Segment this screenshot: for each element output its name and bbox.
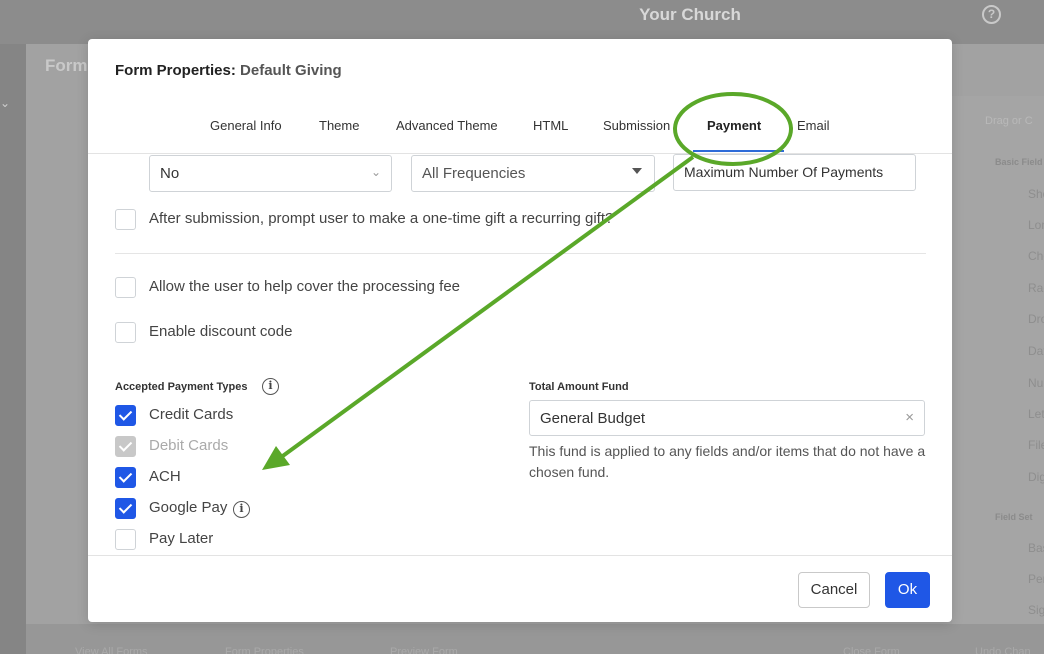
fund-heading: Total Amount Fund — [529, 381, 629, 393]
modal-title: Form Properties: Default Giving — [115, 62, 342, 79]
modal-title-form-name: Default Giving — [240, 62, 342, 79]
active-tab-indicator — [693, 150, 784, 152]
cancel-button[interactable]: Cancel — [798, 572, 870, 608]
payment-types-heading: Accepted Payment Types — [115, 381, 248, 393]
tab-general-info[interactable]: General Info — [210, 118, 282, 133]
pay-later-label: Pay Later — [149, 530, 214, 547]
basic-fields-label: Basic Field — [995, 157, 1043, 167]
tab-email[interactable]: Email — [797, 118, 830, 133]
help-icon: ? — [982, 5, 1001, 24]
field-sets-label: Field Set — [995, 512, 1033, 522]
debit-cards-label: Debit Cards — [149, 437, 229, 454]
palette-item: Bas — [1028, 541, 1044, 555]
palette-item: Rad — [1028, 281, 1044, 295]
recurring-select[interactable]: No ⌄ — [149, 155, 392, 192]
pay-later-checkbox[interactable] — [115, 529, 136, 550]
field-palette-hint: Drag or C — [985, 115, 1033, 127]
palette-item: Lon — [1028, 218, 1044, 232]
modal-title-prefix: Form Properties: — [115, 62, 236, 79]
chevron-down-icon: ⌄ — [370, 165, 381, 179]
fund-select-value: General Budget — [540, 410, 646, 427]
google-pay-checkbox[interactable] — [115, 498, 136, 519]
recurring-prompt-label: After submission, prompt user to make a … — [149, 210, 614, 227]
palette-item: File — [1028, 438, 1044, 452]
frequency-select-value: All Frequencies — [422, 165, 526, 182]
palette-item: Che — [1028, 249, 1044, 263]
palette-item: Sig — [1028, 603, 1044, 617]
footer-preview-form: Preview Form — [390, 646, 458, 654]
clear-icon[interactable]: × — [905, 409, 914, 426]
app-left-sidebar — [0, 44, 26, 654]
cover-fee-checkbox[interactable] — [115, 277, 136, 298]
background-heading: Form — [45, 56, 88, 75]
palette-item: Dat — [1028, 344, 1044, 358]
palette-item: Dro — [1028, 312, 1044, 326]
frequency-select[interactable]: All Frequencies — [411, 155, 655, 192]
ach-checkbox[interactable] — [115, 467, 136, 488]
footer-view-all-forms: View All Forms — [75, 646, 148, 654]
ok-button[interactable]: Ok — [885, 572, 930, 608]
info-icon[interactable]: i — [262, 378, 279, 395]
max-payments-input[interactable]: Maximum Number Of Payments — [673, 154, 916, 191]
palette-item: Per — [1028, 572, 1044, 586]
tab-advanced-theme[interactable]: Advanced Theme — [396, 118, 498, 133]
discount-code-checkbox[interactable] — [115, 322, 136, 343]
cover-fee-label: Allow the user to help cover the process… — [149, 278, 461, 295]
palette-item: Dig — [1028, 470, 1044, 484]
palette-item: Sho — [1028, 187, 1044, 201]
footer-form-properties: Form Properties — [225, 646, 304, 654]
palette-item: Let — [1028, 407, 1044, 421]
tab-theme[interactable]: Theme — [319, 118, 359, 133]
section-divider — [115, 253, 926, 254]
fund-select[interactable]: General Budget × — [529, 400, 925, 436]
tab-submission[interactable]: Submission — [603, 118, 670, 133]
recurring-prompt-checkbox[interactable] — [115, 209, 136, 230]
discount-code-label: Enable discount code — [149, 323, 293, 340]
ach-label: ACH — [149, 468, 181, 485]
recurring-select-value: No — [160, 165, 180, 182]
app-title: Your Church — [639, 5, 741, 24]
footer-close-form: Close Form — [843, 646, 900, 654]
chevron-down-icon: ⌄ — [0, 96, 11, 110]
footer-undo-changes: Undo Chan — [975, 646, 1031, 654]
debit-cards-checkbox — [115, 436, 136, 457]
tab-payment[interactable]: Payment — [707, 118, 761, 133]
credit-cards-label: Credit Cards — [149, 406, 234, 423]
tab-html[interactable]: HTML — [533, 118, 568, 133]
max-payments-placeholder: Maximum Number Of Payments — [684, 164, 884, 180]
palette-item: Nu — [1028, 376, 1044, 390]
info-icon[interactable]: i — [233, 501, 250, 518]
google-pay-label: Google Pay — [149, 499, 228, 516]
form-properties-modal: Form Properties: Default Giving General … — [88, 39, 952, 622]
tab-bar: General Info Theme Advanced Theme HTML S… — [88, 118, 952, 154]
credit-cards-checkbox[interactable] — [115, 405, 136, 426]
footer-divider — [88, 555, 952, 556]
caret-down-icon — [632, 168, 642, 174]
fund-help-text: This fund is applied to any fields and/o… — [529, 443, 926, 480]
